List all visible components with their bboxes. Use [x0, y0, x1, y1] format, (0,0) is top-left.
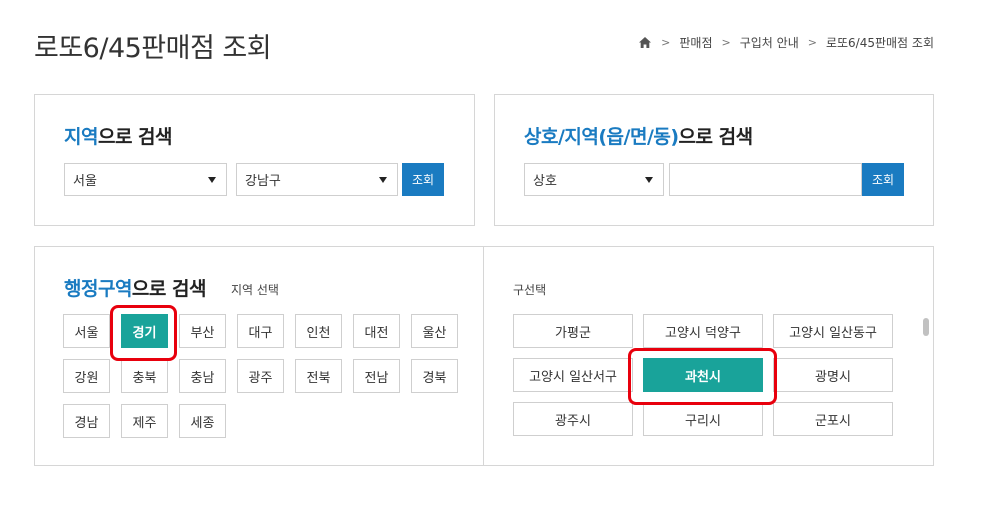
chevron-down-icon — [645, 177, 653, 183]
region-chip[interactable]: 서울 — [63, 314, 110, 348]
search-type-select[interactable]: 상호 — [524, 163, 664, 196]
scrollbar-thumb[interactable] — [923, 318, 929, 336]
district-select-hint: 구선택 — [513, 283, 547, 297]
chevron-right-icon: > — [807, 36, 817, 49]
region-chip[interactable]: 제주 — [121, 404, 168, 438]
region-chip[interactable]: 전남 — [353, 359, 400, 393]
name-search-title: 상호/지역(읍/면/동)으로 검색 — [524, 126, 753, 148]
region-chip[interactable]: 광주 — [237, 359, 284, 393]
breadcrumb: > 판매점 > 구입처 안내 > 로또6/45판매점 조회 — [638, 34, 934, 51]
region-chip[interactable]: 경북 — [411, 359, 458, 393]
breadcrumb-item-current: 로또6/45판매점 조회 — [825, 36, 934, 50]
region-chip[interactable]: 충남 — [179, 359, 226, 393]
region-search-panel: 지역으로 검색 서울 강남구 조회 — [34, 94, 475, 226]
chevron-down-icon — [208, 177, 216, 183]
district-item[interactable]: 가평군 — [513, 314, 633, 348]
chevron-right-icon: > — [721, 36, 731, 49]
breadcrumb-item-store[interactable]: 판매점 — [679, 34, 712, 51]
breadcrumb-item-purchase-guide[interactable]: 구입처 안내 — [740, 34, 799, 51]
district-item[interactable]: 광주시 — [513, 402, 633, 436]
region-chip[interactable]: 부산 — [179, 314, 226, 348]
region-select-hint: 지역 선택 — [231, 283, 279, 297]
district-item[interactable]: 고양시 덕양구 — [643, 314, 763, 348]
region-chip[interactable]: 충북 — [121, 359, 168, 393]
region-search-button[interactable]: 조회 — [402, 163, 444, 196]
area-search-title: 행정구역으로 검색 — [64, 278, 206, 300]
district-item[interactable]: 고양시 일산서구 — [513, 358, 633, 392]
panel-divider — [483, 247, 484, 465]
region-chip[interactable]: 대구 — [237, 314, 284, 348]
region-chip[interactable]: 인천 — [295, 314, 342, 348]
chevron-down-icon — [379, 177, 387, 183]
page-title: 로또6/45판매점 조회 — [34, 33, 272, 64]
region-search-title: 지역으로 검색 — [64, 126, 173, 148]
region-chip[interactable]: 경기 — [121, 314, 168, 348]
region-chip[interactable]: 경남 — [63, 404, 110, 438]
district-item[interactable]: 고양시 일산동구 — [773, 314, 893, 348]
district-scrollbar[interactable] — [920, 314, 930, 434]
district-item[interactable]: 군포시 — [773, 402, 893, 436]
region-chip[interactable]: 전북 — [295, 359, 342, 393]
district-item[interactable]: 과천시 — [643, 358, 763, 392]
gugun-select[interactable]: 강남구 — [236, 163, 398, 196]
name-search-panel: 상호/지역(읍/면/동)으로 검색 상호 조회 — [494, 94, 934, 226]
sido-select-value: 서울 — [73, 174, 97, 189]
district-item[interactable]: 광명시 — [773, 358, 893, 392]
sido-select[interactable]: 서울 — [64, 163, 227, 196]
gugun-select-value: 강남구 — [245, 174, 281, 189]
name-search-button[interactable]: 조회 — [862, 163, 904, 196]
chevron-right-icon: > — [661, 36, 671, 49]
region-chip[interactable]: 강원 — [63, 359, 110, 393]
home-icon[interactable] — [638, 36, 652, 49]
district-item[interactable]: 구리시 — [643, 402, 763, 436]
region-chip[interactable]: 울산 — [411, 314, 458, 348]
region-chip[interactable]: 세종 — [179, 404, 226, 438]
region-chip[interactable]: 대전 — [353, 314, 400, 348]
keyword-input[interactable] — [669, 163, 862, 196]
search-type-value: 상호 — [533, 174, 557, 189]
